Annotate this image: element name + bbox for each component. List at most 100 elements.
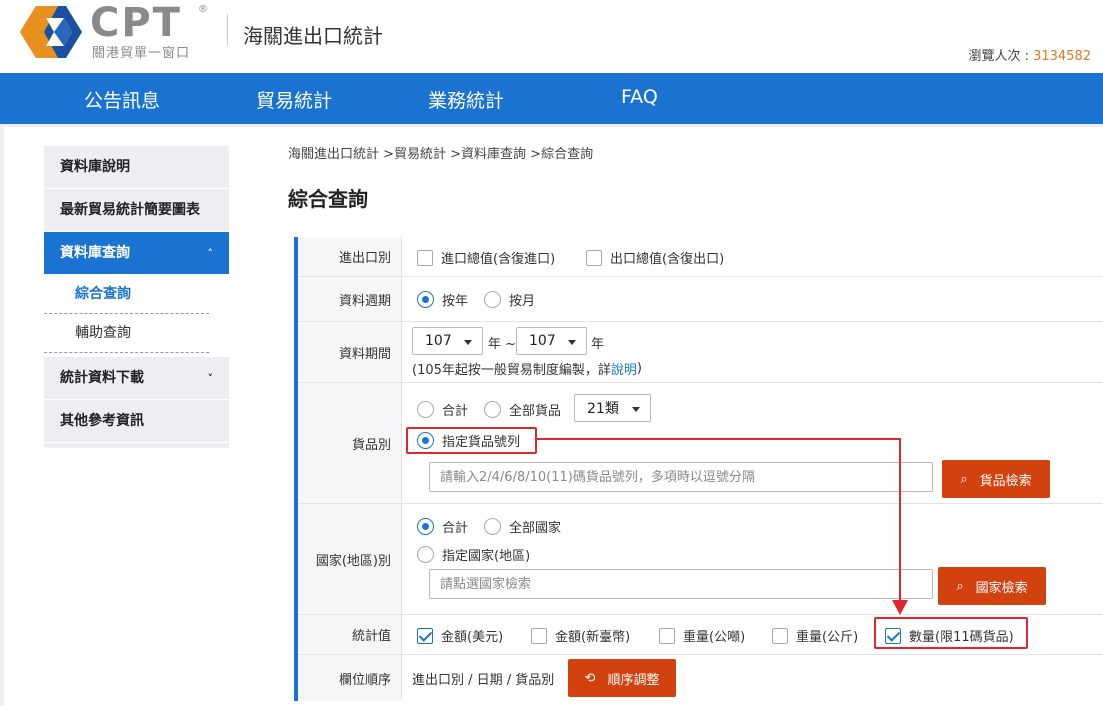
logo-text: CPT (90, 0, 182, 46)
logo-registered-mark: ® (198, 4, 208, 15)
annotation-arrowhead-icon (892, 600, 908, 615)
button-label: 貨品檢索 (979, 473, 1032, 489)
caret-down-icon (568, 340, 576, 345)
select-value: 21類 (587, 401, 619, 417)
checkbox-icon (417, 249, 433, 266)
row-period-range: 資料期間 107 年 ~ 107 年 (105年起按一般貿易制度編製，詳 說明) (298, 322, 1103, 383)
row-import-export: 進出口別 進口總值(含復進口) 出口總值(含復出口) (298, 237, 1103, 277)
option-label: 全部國家 (509, 521, 562, 536)
note-text: (105年起按一般貿易制度編製，詳 (412, 363, 611, 378)
period-yearly-radio[interactable]: 按年 (417, 290, 468, 309)
search-icon: ⌕ (956, 578, 964, 594)
checkbox-icon (659, 627, 675, 644)
main-nav: 公告訊息 貿易統計 業務統計 FAQ (0, 73, 1103, 124)
option-label: 出口總值(含復出口) (610, 252, 725, 267)
page-title: 綜合查詢 (288, 187, 368, 211)
select-value: 107 (425, 333, 452, 349)
stat-weight-ton-checkbox[interactable]: 重量(公噸) (659, 626, 745, 645)
annotation-arrow-vertical (899, 438, 901, 602)
sidebar-item-other-references[interactable]: 其他參考資訊 (44, 400, 229, 443)
import-total-checkbox[interactable]: 進口總值(含復進口) (417, 248, 555, 267)
button-label: 國家檢索 (975, 580, 1028, 596)
button-label: 順序調整 (607, 672, 660, 688)
sidebar-item-label: 其他參考資訊 (60, 413, 144, 429)
goods-search-button[interactable]: ⌕ 貨品檢索 (942, 460, 1050, 498)
sidebar-subitem-auxiliary-query[interactable]: 輔助查詢 (44, 314, 209, 353)
export-total-checkbox[interactable]: 出口總值(含復出口) (586, 248, 724, 267)
stat-weight-kg-checkbox[interactable]: 重量(公斤) (772, 626, 858, 645)
row-label: 統計值 (298, 615, 402, 654)
caret-down-icon (464, 340, 472, 345)
row-country: 國家(地區)別 合計 全部國家 指定國家(地區) ⌕ 國家檢索 (298, 504, 1103, 615)
country-search-button[interactable]: ⌕ 國家檢索 (938, 567, 1046, 605)
country-total-radio[interactable]: 合計 (417, 517, 468, 536)
sidebar-item-label: 資料庫說明 (60, 159, 130, 175)
explanation-link[interactable]: 說明 (611, 359, 637, 378)
nav-business-statistics[interactable]: 業務統計 (428, 86, 504, 113)
sidebar-item-label: 最新貿易統計簡要圖表 (60, 202, 200, 218)
search-icon: ⌕ (960, 471, 968, 487)
year-suffix: 年 (591, 337, 605, 352)
option-label: 按月 (509, 294, 536, 309)
period-note: (105年起按一般貿易制度編製，詳 說明) (412, 359, 642, 378)
stat-twd-checkbox[interactable]: 金額(新臺幣) (531, 626, 630, 645)
goods-total-radio[interactable]: 合計 (417, 400, 468, 419)
option-label: 按年 (442, 294, 469, 309)
note-text: ) (636, 361, 642, 376)
row-label: 國家(地區)別 (298, 504, 402, 614)
annotation-highlight-goods-specify (406, 427, 537, 454)
sidebar-item-trade-charts[interactable]: 最新貿易統計簡要圖表 (44, 189, 229, 232)
sidebar-subitem-comprehensive-query[interactable]: 綜合查詢 (44, 275, 209, 314)
visitor-counter: 瀏覽人次 : 3134582 (968, 45, 1091, 64)
row-label: 貨品別 (298, 383, 402, 503)
checkbox-icon (772, 627, 788, 644)
goods-category-select[interactable]: 21類 (574, 394, 651, 422)
nav-trade-statistics[interactable]: 貿易統計 (256, 86, 332, 113)
site-title: 海關進出口統計 (243, 24, 383, 48)
option-label: 進口總值(含復進口) (441, 252, 556, 267)
sidebar-item-label: 統計資料下載 (60, 370, 144, 386)
radio-icon (417, 546, 434, 563)
row-label: 資料週期 (298, 277, 402, 321)
row-label: 欄位順序 (298, 655, 402, 701)
period-monthly-radio[interactable]: 按月 (484, 290, 535, 309)
nav-faq[interactable]: FAQ (621, 86, 658, 108)
visitor-count: 3134582 (1033, 49, 1091, 64)
checkbox-icon (586, 249, 602, 266)
reorder-button[interactable]: ⟲ 順序調整 (568, 659, 676, 697)
sidebar-item-database-info[interactable]: 資料庫說明 (44, 146, 229, 189)
year-range-separator: 年 ~ (488, 337, 517, 352)
goods-code-input[interactable] (429, 462, 933, 492)
row-label: 資料期間 (298, 322, 402, 382)
year-to-select[interactable]: 107 (516, 327, 587, 355)
logo-subtitle: 關港貿單一窗口 (92, 46, 191, 61)
nav-announcements[interactable]: 公告訊息 (84, 86, 160, 113)
sidebar-item-label: 資料庫查詢 (60, 245, 130, 261)
sidebar-item-data-download[interactable]: 統計資料下載 ˅ (44, 357, 229, 400)
select-value: 107 (529, 333, 556, 349)
chevron-up-icon: ˄ (207, 247, 214, 260)
visitor-label: 瀏覽人次 : (968, 49, 1034, 64)
country-all-radio[interactable]: 全部國家 (484, 517, 561, 536)
row-body: 進出口別 / 日期 / 貨品別 ⟲ 順序調整 (402, 655, 1103, 701)
row-body: 進口總值(含復進口) 出口總值(含復出口) (402, 237, 1103, 276)
sidebar-bottom (44, 443, 229, 448)
radio-selected-icon (417, 291, 434, 308)
option-label: 合計 (442, 404, 469, 419)
option-label: 指定國家(地區) (442, 549, 531, 564)
option-label: 重量(公噸) (683, 630, 746, 645)
radio-icon (484, 518, 501, 535)
radio-icon (484, 401, 501, 418)
logo-mark-icon (20, 6, 82, 58)
option-label: 金額(新臺幣) (555, 630, 631, 645)
sidebar: 資料庫說明 最新貿易統計簡要圖表 資料庫查詢 ˄ 綜合查詢 輔助查詢 統計資料下… (44, 146, 229, 448)
row-label: 進出口別 (298, 237, 402, 276)
sidebar-item-database-query[interactable]: 資料庫查詢 ˄ (44, 232, 229, 275)
header-divider (227, 14, 228, 46)
cpt-logo[interactable]: CPT ® 關港貿單一窗口 (18, 0, 208, 61)
year-from-select[interactable]: 107 (412, 327, 483, 355)
goods-all-radio[interactable]: 全部貨品 (484, 400, 561, 419)
country-specify-radio[interactable]: 指定國家(地區) (417, 545, 530, 564)
stat-usd-checkbox[interactable]: 金額(美元) (417, 626, 503, 645)
country-input[interactable] (429, 569, 933, 599)
